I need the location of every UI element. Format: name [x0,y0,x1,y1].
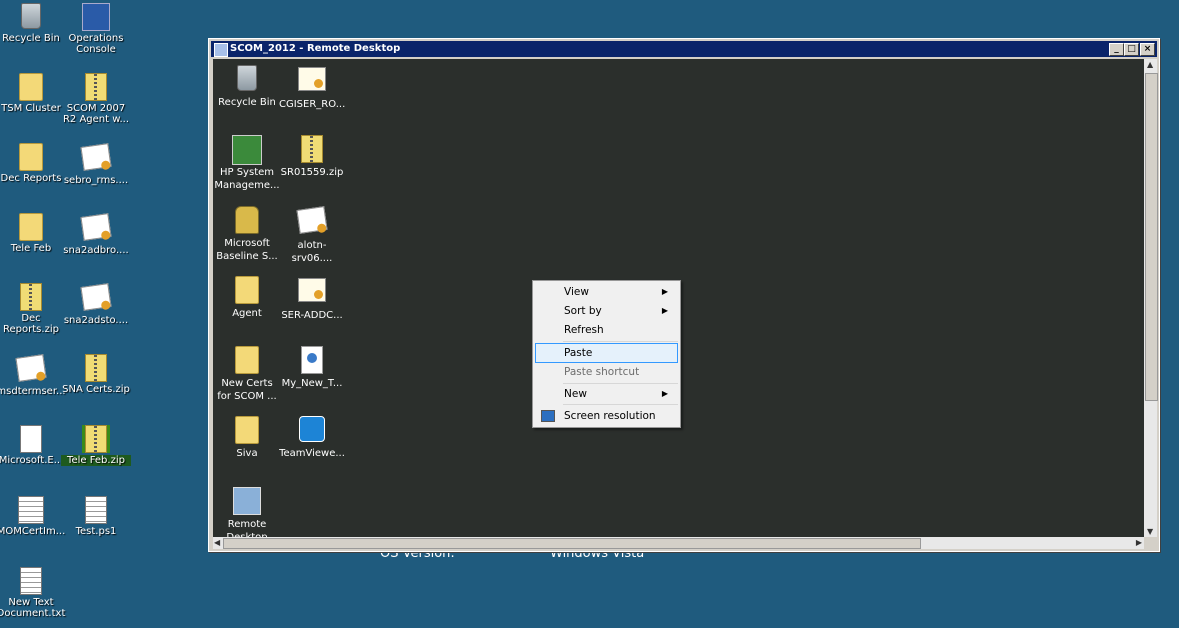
desktop-icon-recycle-bin[interactable]: Recycle Bin [0,3,66,44]
scroll-down-icon[interactable]: ▼ [1147,527,1153,536]
certificate-icon [80,213,112,243]
certificate-icon [279,67,345,95]
desktop-icon-dec-reports-zip[interactable]: Dec Reports.zip [0,283,66,335]
menu-separator [563,404,678,405]
zip-folder-icon [279,135,345,163]
program-icon [17,496,45,524]
desktop-icon-tele-feb[interactable]: Tele Feb [0,213,66,254]
submenu-arrow-icon: ▶ [661,389,668,398]
zip-folder-icon [82,354,110,382]
maximize-button[interactable]: □ [1124,43,1139,56]
menu-item-new[interactable]: New ▶ [535,385,676,403]
operations-console-icon [82,3,110,31]
web-document-icon [279,346,345,374]
desktop-icon-sna-certs-zip[interactable]: SNA Certs.zip [61,354,131,395]
recycle-bin-icon [214,65,280,93]
remote-desktop-app-icon [214,43,228,57]
certificate-icon [279,278,345,306]
recycle-bin-icon [17,3,45,31]
menu-item-paste-shortcut[interactable]: Paste shortcut [535,363,676,381]
minimize-button[interactable]: _ [1109,43,1124,56]
close-button[interactable]: × [1140,43,1155,56]
document-icon [82,496,110,524]
desktop-icon-scom-agent[interactable]: SCOM 2007 R2 Agent w... [61,73,131,125]
desktop-icon-tele-feb-zip[interactable]: Tele Feb.zip [61,425,131,466]
menu-item-screen-resolution[interactable]: Screen resolution [535,407,676,425]
desktop-icon-new-text-document[interactable]: New Text Document.txt [0,567,66,619]
remote-icon-remote-desktop[interactable]: Remote Desktop [214,487,280,537]
desktop-icon-sna2adsto[interactable]: sna2adsto.... [61,283,131,326]
scroll-left-icon[interactable]: ◀ [214,538,220,547]
submenu-arrow-icon: ▶ [661,306,668,315]
remote-icon-recycle-bin[interactable]: Recycle Bin [214,65,280,109]
remote-desktop-window[interactable]: SCOM_2012 - Remote Desktop _ □ × Recycle… [208,38,1160,552]
remote-icon-new-certs[interactable]: New Certs for SCOM ... [214,346,280,403]
context-menu: View ▶ Sort by ▶ Refresh Paste Paste sho… [532,280,681,428]
menu-separator [563,383,678,384]
desktop-icon-dec-reports[interactable]: Dec Reports [0,143,66,184]
folder-icon [17,213,45,241]
desktop-icon-microsoft-e[interactable]: Microsoft.E... [0,425,66,466]
remote-icon-teamviewer[interactable]: TeamViewe... [279,416,345,460]
document-icon [17,425,45,453]
remote-icon-ser-addc[interactable]: SER-ADDC... [279,276,345,322]
remote-icon-cgiser[interactable]: CGISER_RO... [279,65,345,111]
menu-item-paste[interactable]: Paste [535,343,678,363]
desktop-icon-test-ps1[interactable]: Test.ps1 [61,496,131,537]
desktop-icon-operations-console[interactable]: Operations Console [61,3,131,55]
vertical-scroll-thumb[interactable] [1145,73,1158,401]
text-document-icon [17,567,45,595]
hp-system-management-icon [214,135,280,165]
folder-icon [214,346,280,374]
submenu-arrow-icon: ▶ [661,287,668,296]
menu-item-sort-by[interactable]: Sort by ▶ [535,302,676,320]
folder-icon [17,143,45,171]
zip-folder-icon [82,425,110,453]
folder-icon [214,416,280,444]
desktop-icon-msdtermser[interactable]: msdtermser... [0,354,66,397]
desktop-icon-momcertim[interactable]: MOMCertIm... [0,496,66,537]
remote-icon-alotn-srv06[interactable]: alotn-srv06.... [279,206,345,265]
window-titlebar[interactable]: SCOM_2012 - Remote Desktop _ □ × [211,41,1157,57]
folder-icon [214,276,280,304]
menu-item-refresh[interactable]: Refresh [535,321,676,339]
remote-icon-sr01559-zip[interactable]: SR01559.zip [279,135,345,179]
baseline-security-icon [214,206,280,234]
remote-icon-siva[interactable]: Siva [214,416,280,460]
screen-resolution-icon [541,410,555,422]
zip-folder-icon [82,73,110,101]
zip-folder-icon [17,283,45,311]
remote-desktop-icon [214,487,280,515]
desktop-icon-sebro-rms[interactable]: sebro_rms.... [61,143,131,186]
scroll-up-icon[interactable]: ▲ [1147,60,1153,69]
certificate-icon [279,206,345,236]
menu-separator [563,341,678,342]
certificate-icon [80,283,112,313]
window-title: SCOM_2012 - Remote Desktop [230,43,401,54]
folder-icon [17,73,45,101]
desktop-icon-tsm-cluster[interactable]: TSM Cluster [0,73,66,114]
menu-item-view[interactable]: View ▶ [535,283,676,301]
horizontal-scroll-thumb[interactable] [223,538,921,549]
certificate-icon [80,143,112,173]
scroll-right-icon[interactable]: ▶ [1136,538,1142,547]
desktop-icon-sna2adbro[interactable]: sna2adbro.... [61,213,131,256]
vertical-scrollbar[interactable]: ▲ ▼ [1144,59,1158,537]
certificate-icon [15,354,47,384]
teamviewer-icon [279,416,345,444]
remote-icon-my-new-t[interactable]: My_New_T... [279,346,345,390]
horizontal-scrollbar[interactable]: ◀ ▶ [213,537,1144,549]
remote-icon-hp-system-management[interactable]: HP System Manageme... [214,135,280,192]
remote-icon-microsoft-baseline[interactable]: Microsoft Baseline S... [214,206,280,263]
remote-icon-agent[interactable]: Agent [214,276,280,320]
